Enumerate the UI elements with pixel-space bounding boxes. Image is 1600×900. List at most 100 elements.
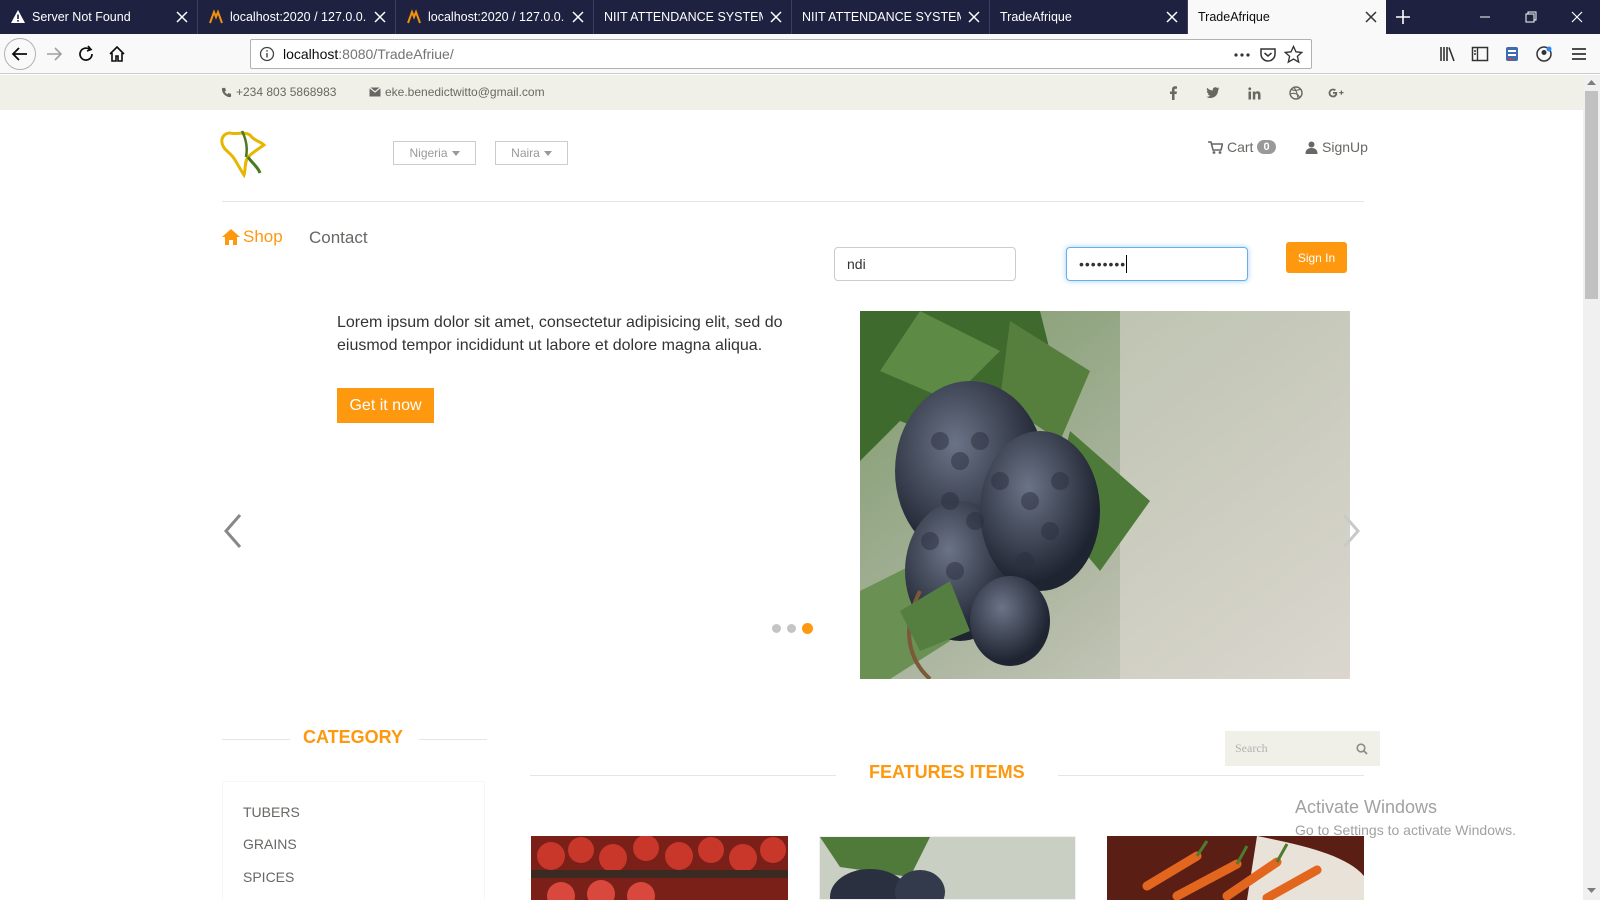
restore-icon (1525, 11, 1537, 23)
pocket-icon[interactable] (1259, 46, 1277, 64)
shopping-cart-icon (1208, 140, 1223, 154)
tab-server-not-found[interactable]: Server Not Found (0, 0, 198, 34)
slider-text: Lorem ipsum dolor sit amet, consectetur … (337, 314, 783, 354)
product-image-carrots[interactable] (1107, 836, 1364, 900)
phone-number: +234 803 5868983 (236, 85, 337, 99)
tab-title: Server Not Found (32, 10, 131, 24)
account-button[interactable] (1528, 38, 1560, 70)
get-it-now-button[interactable]: Get it now (337, 388, 434, 423)
back-button[interactable] (4, 38, 36, 70)
close-icon[interactable] (169, 4, 195, 30)
tab-niit-1[interactable]: NIIT ATTENDANCE SYSTEM (594, 0, 792, 34)
facebook-icon[interactable] (1163, 83, 1183, 103)
header-divider (222, 201, 1364, 202)
navigation-toolbar: localhost:8080/TradeAfriue/ (0, 34, 1600, 74)
close-icon[interactable] (961, 4, 987, 30)
page-scrollbar[interactable] (1583, 75, 1600, 900)
tab-tradeafrique-1[interactable]: TradeAfrique (990, 0, 1188, 34)
close-icon[interactable] (1159, 4, 1185, 30)
slider-image-grapes (860, 311, 1350, 679)
back-arrow-icon (11, 47, 27, 61)
url-bar[interactable]: localhost:8080/TradeAfriue/ (250, 39, 1312, 69)
tab-phpmyadmin-1[interactable]: localhost:2020 / 127.0.0.1 / (198, 0, 396, 34)
product-search-input[interactable]: Search (1225, 731, 1380, 766)
tab-tradeafrique-active[interactable]: TradeAfrique (1188, 0, 1386, 34)
scroll-down-icon (1587, 888, 1596, 893)
email-contact[interactable]: eke.benedictwitto@gmail.com (369, 85, 545, 99)
slider-next-arrow[interactable] (1340, 513, 1362, 549)
close-icon[interactable] (565, 4, 591, 30)
nav-shop-label: Shop (243, 227, 283, 246)
windows-watermark-title: Activate Windows (1295, 797, 1438, 817)
password-input[interactable]: •••••••• (1066, 247, 1248, 281)
url-text: localhost:8080/TradeAfriue/ (283, 46, 454, 62)
country-dropdown[interactable]: Nigeria (393, 141, 476, 165)
product-image-grapes[interactable] (819, 836, 1076, 900)
close-icon[interactable] (1358, 4, 1384, 30)
search-icon[interactable] (1356, 743, 1368, 755)
sidebar-button[interactable] (1464, 38, 1496, 70)
tab-title: NIIT ATTENDANCE SYSTEM (604, 10, 763, 24)
url-host: localhost (283, 46, 339, 62)
reload-button[interactable] (70, 38, 102, 70)
signup-label: SignUp (1322, 139, 1368, 155)
chevron-right-icon (1342, 514, 1360, 548)
library-button[interactable] (1432, 38, 1464, 70)
page-actions-icon[interactable] (1233, 46, 1251, 64)
tab-phpmyadmin-2[interactable]: localhost:2020 / 127.0.0.1 / (396, 0, 594, 34)
window-close-button[interactable] (1554, 0, 1600, 34)
close-icon[interactable] (367, 4, 393, 30)
phone-contact[interactable]: +234 803 5868983 (221, 85, 336, 99)
google-plus-icon[interactable] (1326, 83, 1346, 103)
category-item-spices[interactable]: SPICES (243, 869, 294, 885)
extension-button[interactable] (1496, 38, 1528, 70)
signup-link[interactable]: SignUp (1305, 139, 1368, 155)
forward-button[interactable] (38, 38, 70, 70)
email-address: eke.benedictwitto@gmail.com (385, 85, 545, 99)
twitter-icon[interactable] (1203, 83, 1223, 103)
account-icon (1536, 46, 1552, 62)
nav-contact[interactable]: Contact (309, 228, 368, 248)
username-input[interactable]: ndi (834, 247, 1016, 281)
nav-shop[interactable]: Shop (222, 227, 283, 247)
logo-icon[interactable] (220, 127, 270, 179)
scroll-up-icon (1587, 80, 1596, 85)
linkedin-icon[interactable] (1244, 83, 1264, 103)
close-icon[interactable] (763, 4, 789, 30)
features-rule-right (1058, 775, 1364, 776)
info-icon[interactable] (259, 46, 275, 62)
scrollbar-thumb[interactable] (1585, 91, 1598, 299)
dribbble-icon[interactable] (1286, 83, 1306, 103)
tab-niit-2[interactable]: NIIT ATTENDANCE SYSTEM (792, 0, 990, 34)
minimize-icon (1480, 16, 1490, 18)
currency-dropdown[interactable]: Naira (495, 141, 568, 165)
chevron-left-icon (224, 514, 242, 548)
slider-prev-arrow[interactable] (222, 513, 244, 549)
hamburger-icon (1572, 48, 1586, 60)
menu-button[interactable] (1563, 38, 1595, 70)
caret-down-icon (451, 150, 460, 156)
category-item-tubers[interactable]: TUBERS (243, 804, 300, 820)
new-tab-button[interactable] (1386, 0, 1420, 34)
phone-icon (221, 87, 232, 97)
sign-in-button[interactable]: Sign In (1286, 242, 1347, 273)
envelope-icon (369, 87, 381, 97)
category-item-grains[interactable]: GRAINS (243, 836, 297, 852)
slider-indicators (772, 623, 813, 634)
product-image-tomatoes[interactable] (531, 836, 788, 900)
home-button[interactable] (101, 38, 133, 70)
url-path: :8080/TradeAfriue/ (338, 46, 454, 62)
restore-button[interactable] (1508, 0, 1554, 34)
slider-dot[interactable] (787, 624, 796, 633)
plus-icon (1396, 10, 1410, 24)
minimize-button[interactable] (1462, 0, 1508, 34)
category-rule-left (222, 739, 290, 740)
home-icon (109, 45, 125, 62)
web-page: +234 803 5868983 eke.benedictwitto@gmail… (0, 75, 1583, 900)
bookmark-star-icon[interactable] (1284, 45, 1303, 64)
slider-dot[interactable] (772, 624, 781, 633)
cart-link[interactable]: Cart 0 (1208, 139, 1276, 155)
forward-arrow-icon (47, 47, 63, 61)
text-cursor (1126, 255, 1128, 273)
slider-dot-active[interactable] (802, 623, 813, 634)
